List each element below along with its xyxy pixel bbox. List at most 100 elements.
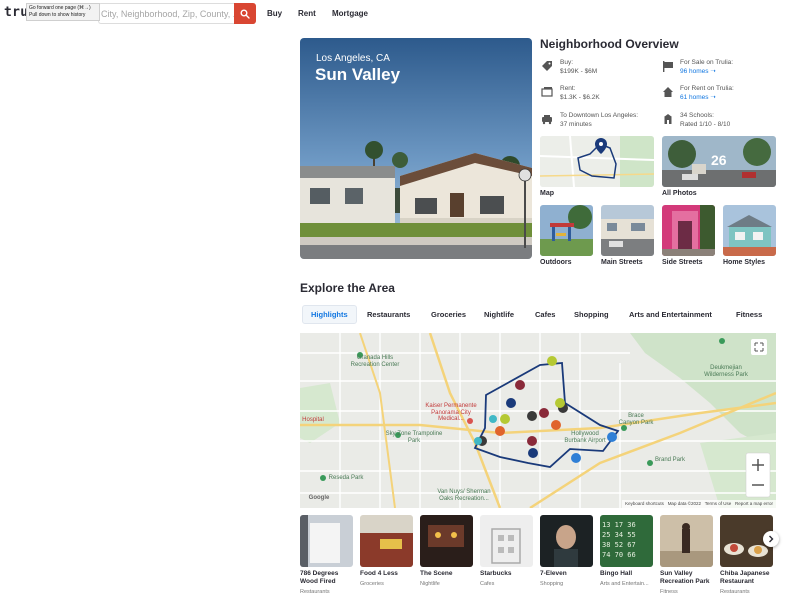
category-label-main-streets: Main Streets [601, 259, 643, 266]
arrow-right-icon: ➝ [710, 94, 716, 101]
place-photo [540, 515, 593, 567]
svg-text:38 52 67: 38 52 67 [602, 541, 636, 549]
top-header: trul Go forward one page (⌘→) Pull down … [0, 0, 800, 28]
side-street-photo [662, 205, 715, 256]
for-rent-link[interactable]: 61 homes [680, 94, 709, 101]
overview-for-sale[interactable]: For Sale on Trulia: 96 homes ➝ [680, 58, 733, 76]
school-icon [664, 114, 672, 124]
carousel-next-button[interactable] [763, 531, 779, 547]
tooltip-line: Go forward one page (⌘→) [29, 5, 91, 11]
map-footer-data: Map data ©2022 [667, 501, 702, 506]
map-label-granada: Granada Hills Recreation Center [350, 355, 400, 368]
place-photo [420, 515, 473, 567]
tab-cafes[interactable]: Cafes [535, 305, 555, 324]
category-label-side-streets: Side Streets [662, 259, 703, 266]
svg-text:25 34 55: 25 34 55 [602, 531, 636, 539]
place-category: Groceries [360, 581, 384, 587]
schools-value: Rated 1/10 - 8/10 [680, 121, 731, 128]
google-logo: Google [308, 495, 330, 501]
place-photo [300, 515, 353, 567]
place-card[interactable]: Chiba Japanese Restaurant Restaurants [720, 515, 773, 596]
nav-rent[interactable]: Rent [298, 9, 316, 18]
hero-city: Los Angeles, CA [316, 53, 390, 64]
map-label-vannuys: Van Nuys/ Sherman Oaks Recreation... [437, 489, 491, 502]
map-label-brand: Brand Park [654, 457, 685, 463]
tab-highlights[interactable]: Highlights [302, 305, 357, 324]
overview-for-rent[interactable]: For Rent on Trulia: 61 homes ➝ [680, 84, 734, 102]
main-streets-thumbnail[interactable] [601, 205, 654, 256]
nav-mortgage[interactable]: Mortgage [332, 9, 368, 18]
map-footer-terms[interactable]: Terms of Use [705, 501, 732, 506]
place-card[interactable]: Sun Valley Recreation Park Fitness [660, 515, 713, 596]
explore-title: Explore the Area [300, 281, 395, 295]
place-name: Sun Valley Recreation Park [660, 570, 710, 585]
main-street-photo [601, 205, 654, 256]
home-styles-thumbnail[interactable] [723, 205, 776, 256]
nav-buy[interactable]: Buy [267, 9, 282, 18]
place-name: Starbucks [480, 570, 512, 577]
place-name: 786 Degrees Wood Fired [300, 570, 339, 585]
search-box[interactable] [98, 3, 234, 24]
map-footer-report[interactable]: Report a map error [735, 501, 773, 506]
map-label-deukmejian: Deukmejian Wilderness Park [704, 365, 748, 378]
map-footer: Keyboard shortcuts Map data ©2022 Terms … [622, 500, 776, 508]
tab-restaurants[interactable]: Restaurants [367, 305, 410, 324]
buy-value: $199K - $6M [560, 68, 598, 75]
place-category: Restaurants [720, 589, 750, 595]
place-name: Food 4 Less [360, 570, 398, 577]
tab-fitness[interactable]: Fitness [736, 305, 762, 324]
map-thumbnail[interactable] [540, 136, 654, 187]
overview-rent: Rent: $1.3K - $6.2K [560, 84, 600, 102]
tab-groceries[interactable]: Groceries [431, 305, 466, 324]
map-label-kaiser: Kaiser Permanente Panorama City Medical.… [425, 403, 477, 422]
place-category: Shopping [540, 581, 564, 587]
map-label-reseda: Reseda Park [328, 475, 364, 481]
tag-icon [542, 61, 552, 71]
for-sale-link[interactable]: 96 homes [680, 68, 709, 75]
place-category: Fitness [660, 589, 678, 595]
commute-value: 37 minutes [560, 121, 592, 128]
place-category: Restaurants [300, 589, 330, 595]
search-input[interactable] [99, 4, 234, 24]
money-icon [541, 87, 553, 97]
map-thumb-graphic [540, 136, 654, 187]
place-photo [660, 515, 713, 567]
home-style-photo [723, 205, 776, 256]
map-label-hollywood: Hollywood Burbank Airport [564, 431, 606, 444]
place-card[interactable]: Food 4 Less Groceries [360, 515, 413, 588]
category-label-home-styles: Home Styles [723, 259, 766, 266]
hero-photo[interactable]: Los Angeles, CA Sun Valley [300, 38, 532, 259]
tab-arts-entertainment[interactable]: Arts and Entertainment [629, 305, 712, 324]
home-icon [663, 87, 673, 97]
map-label-hospital: Hospital [302, 417, 324, 423]
place-card[interactable]: 13 17 36 25 34 55 38 52 67 74 70 66 Bingo H… [600, 515, 653, 588]
tab-shopping[interactable]: Shopping [574, 305, 609, 324]
search-icon [240, 9, 250, 19]
svg-text:74 70 66: 74 70 66 [602, 551, 636, 559]
place-category: Cafes [480, 581, 495, 587]
place-card[interactable]: 786 Degrees Wood Fired Restaurants [300, 515, 353, 596]
place-name: Bingo Hall [600, 570, 633, 577]
place-card[interactable]: Starbucks Cafes [480, 515, 533, 588]
place-name: The Scene [420, 570, 453, 577]
map-footer-shortcuts[interactable]: Keyboard shortcuts [625, 501, 664, 506]
place-card[interactable]: The Scene Nightlife [420, 515, 473, 588]
schools-label: 34 Schools: [680, 112, 714, 119]
outdoors-thumbnail[interactable] [540, 205, 593, 256]
tab-nightlife[interactable]: Nightlife [484, 305, 514, 324]
hero-neighborhood-name: Sun Valley [315, 65, 401, 84]
map-thumb-label: Map [540, 190, 554, 197]
side-streets-thumbnail[interactable] [662, 205, 715, 256]
place-photo [360, 515, 413, 567]
overview-buy: Buy: $199K - $6M [560, 58, 597, 76]
place-card[interactable]: 7-Eleven Shopping [540, 515, 593, 588]
playground-photo [540, 205, 593, 256]
search-button[interactable] [234, 3, 256, 24]
map-label-skyzone: Sky Zone Trampoline Park [385, 431, 443, 444]
place-category: Arts and Entertain... [600, 581, 649, 587]
buy-label: Buy: [560, 59, 574, 66]
explore-map[interactable]: Granada Hills Recreation Center Kaiser P… [300, 333, 776, 508]
arrow-right-icon: ➝ [710, 68, 716, 75]
car-icon [542, 115, 552, 125]
all-photos-thumbnail[interactable]: 26 [662, 136, 776, 187]
